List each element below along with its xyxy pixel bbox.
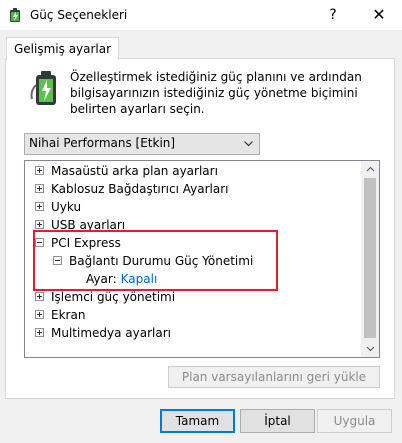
help-button[interactable]: ?: [310, 0, 356, 30]
expand-icon[interactable]: [35, 292, 44, 301]
expand-icon[interactable]: [35, 220, 44, 229]
description-text: Özelleştirmek istediğiniz güç planını ve…: [70, 70, 362, 116]
tree-item-label: Kablosuz Bağdaştırıcı Ayarları: [51, 182, 229, 196]
tree-item-label: Multimedya ayarları: [51, 326, 171, 340]
expand-icon[interactable]: [35, 310, 44, 319]
apply-button[interactable]: Uygula: [317, 409, 392, 433]
title-bar: Güç Seçenekleri ? ✕: [0, 0, 402, 30]
scroll-down-icon[interactable]: [362, 340, 379, 357]
chevron-down-icon: [244, 141, 253, 147]
window-title: Güç Seçenekleri: [30, 8, 128, 22]
scroll-up-icon[interactable]: [362, 161, 379, 178]
expand-icon[interactable]: [35, 202, 44, 211]
power-plan-selected: Nihai Performans [Etkin]: [29, 136, 176, 150]
close-button[interactable]: ✕: [356, 0, 402, 30]
tree-item-label: Masaüstü arka plan ayarları: [51, 164, 218, 178]
expand-icon[interactable]: [35, 184, 44, 193]
vertical-scrollbar[interactable]: [361, 161, 379, 357]
battery-icon: [30, 71, 56, 105]
tab-advanced-settings[interactable]: Gelişmiş ayarlar: [6, 37, 120, 60]
power-plan-dropdown[interactable]: Nihai Performans [Etkin]: [24, 133, 260, 155]
expand-icon[interactable]: [35, 328, 44, 337]
tree-item-label: Ekran: [51, 308, 86, 322]
scrollbar-thumb[interactable]: [364, 178, 376, 338]
tree-item-wireless-adapter[interactable]: Kablosuz Bağdaştırıcı Ayarları: [35, 180, 229, 198]
tree-item-multimedia[interactable]: Multimedya ayarları: [35, 324, 171, 342]
ok-button[interactable]: Tamam: [160, 409, 235, 433]
tree-item-display[interactable]: Ekran: [35, 306, 85, 324]
power-options-icon: [10, 8, 20, 22]
highlight-annotation-box: [33, 230, 278, 291]
tree-item-sleep[interactable]: Uyku: [35, 198, 81, 216]
tree-item-label: Uyku: [51, 200, 82, 214]
tree-item-label: İşlemci güç yönetimi: [51, 290, 176, 304]
restore-defaults-button[interactable]: Plan varsayılanlarını geri yükle: [168, 366, 380, 388]
tree-item-desktop-background[interactable]: Masaüstü arka plan ayarları: [35, 162, 218, 180]
cancel-button[interactable]: İptal: [240, 409, 315, 433]
expand-icon[interactable]: [35, 166, 44, 175]
